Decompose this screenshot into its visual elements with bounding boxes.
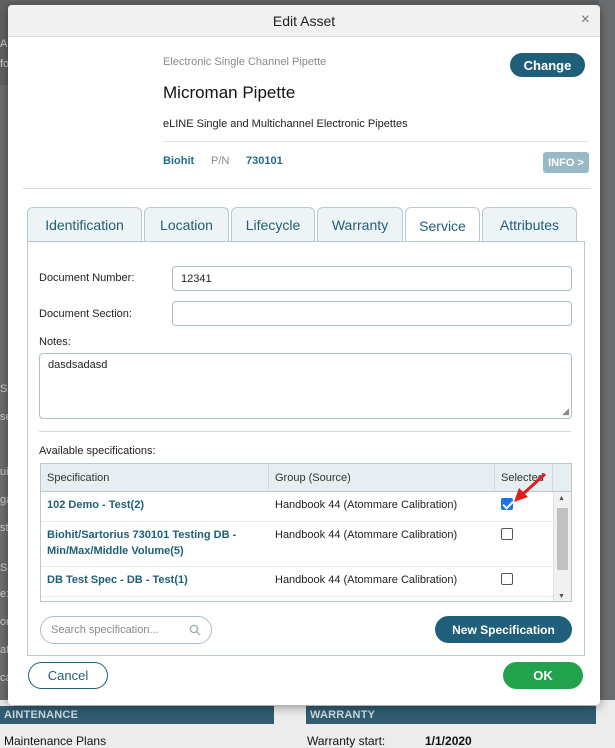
search-specification-input[interactable]: Search specification... (40, 616, 212, 644)
scroll-thumb[interactable] (557, 508, 568, 570)
modal-title: Edit Asset (272, 13, 336, 29)
table-row[interactable]: Biohit/Sartorius 730101 Testing DB - Min… (41, 522, 571, 567)
tab-bar: Identification Location Lifecycle Warran… (27, 207, 579, 243)
spec-name[interactable]: Biohit/Sartorius 730101 Testing DB - Min… (41, 522, 269, 566)
table-body: 102 Demo - Test(2) Handbook 44 (Atommare… (41, 492, 571, 597)
select-checkbox[interactable] (501, 573, 513, 585)
maintenance-plans-label: Maintenance Plans (4, 734, 107, 748)
divider (39, 431, 571, 432)
warranty-start-label: Warranty start: (307, 734, 386, 748)
service-tab-panel: Document Number: 12341 Document Section:… (27, 241, 585, 656)
spec-group: Handbook 44 (Atommare Calibration) (275, 529, 458, 541)
table-row[interactable]: 102 Demo - Test(2) Handbook 44 (Atommare… (41, 492, 571, 522)
select-checkbox[interactable] (501, 528, 513, 540)
table-scrollbar[interactable]: ▲ ▼ (553, 492, 571, 601)
background-right-column (599, 0, 615, 700)
tab-location[interactable]: Location (144, 207, 229, 242)
notes-label: Notes: (39, 336, 71, 348)
search-icon (189, 624, 201, 636)
warranty-start-value: 1/1/2020 (425, 734, 472, 748)
close-button[interactable]: × (581, 11, 590, 29)
tab-warranty[interactable]: Warranty (317, 207, 403, 242)
maintenance-section-bar: AINTENANCE (0, 706, 274, 724)
scroll-down-icon[interactable]: ▼ (558, 593, 565, 600)
spec-name[interactable]: 102 Demo - Test(2) (41, 492, 269, 521)
header-scroll-spacer (553, 464, 571, 491)
tab-lifecycle[interactable]: Lifecycle (231, 207, 315, 242)
scroll-up-icon[interactable]: ▲ (558, 495, 565, 502)
table-row[interactable]: DB Test Spec - DB - Test(1) Handbook 44 … (41, 567, 571, 597)
spec-name[interactable]: DB Test Spec - DB - Test(1) (41, 567, 269, 596)
divider (163, 141, 588, 142)
search-placeholder: Search specification... (51, 624, 159, 636)
edit-asset-modal: Edit Asset × Electronic Single Channel P… (8, 5, 600, 705)
document-section-field[interactable] (172, 301, 572, 326)
spec-group: Handbook 44 (Atommare Calibration) (275, 499, 458, 511)
new-specification-button[interactable]: New Specification (435, 616, 572, 643)
annotation-arrow-icon (514, 472, 547, 502)
warranty-section-bar: WARRANTY (306, 706, 596, 724)
spec-group: Handbook 44 (Atommare Calibration) (275, 574, 458, 586)
column-header-specification[interactable]: Specification (41, 464, 269, 491)
document-section-label: Document Section: (39, 308, 132, 320)
tab-service[interactable]: Service (405, 207, 480, 243)
available-specifications-label: Available specifications: (39, 445, 156, 457)
resize-handle-icon[interactable]: ◢ (562, 406, 569, 417)
asset-category: Electronic Single Channel Pipette (163, 56, 327, 68)
close-icon: × (580, 11, 590, 28)
selected-cell (495, 522, 553, 566)
asset-summary: Electronic Single Channel Pipette Microm… (8, 37, 600, 191)
divider (23, 188, 590, 189)
asset-manufacturer: Biohit (163, 155, 195, 167)
ok-button[interactable]: OK (503, 662, 583, 689)
document-number-field[interactable]: 12341 (172, 266, 572, 291)
part-number-label: P/N (211, 155, 230, 167)
background-fragment: A (0, 38, 8, 50)
notes-textarea[interactable]: dasdsadasd ◢ (39, 353, 572, 419)
cancel-button[interactable]: Cancel (28, 662, 108, 689)
table-header: Specification Group (Source) Selected (41, 464, 571, 492)
tab-identification[interactable]: Identification (27, 207, 142, 242)
change-button[interactable]: Change (510, 53, 585, 77)
document-number-label: Document Number: (39, 272, 135, 284)
column-header-group[interactable]: Group (Source) (269, 464, 495, 491)
part-number-value: 730101 (246, 155, 283, 167)
info-button[interactable]: INFO > (543, 152, 589, 173)
selected-cell (495, 567, 553, 596)
tab-attributes[interactable]: Attributes (482, 207, 577, 242)
notes-text: dasdsadasd (48, 359, 108, 371)
specifications-table: Specification Group (Source) Selected 10… (40, 463, 572, 602)
asset-name: Microman Pipette (163, 83, 296, 102)
asset-description: eLINE Single and Multichannel Electronic… (163, 118, 408, 130)
modal-header: Edit Asset × (8, 5, 600, 37)
